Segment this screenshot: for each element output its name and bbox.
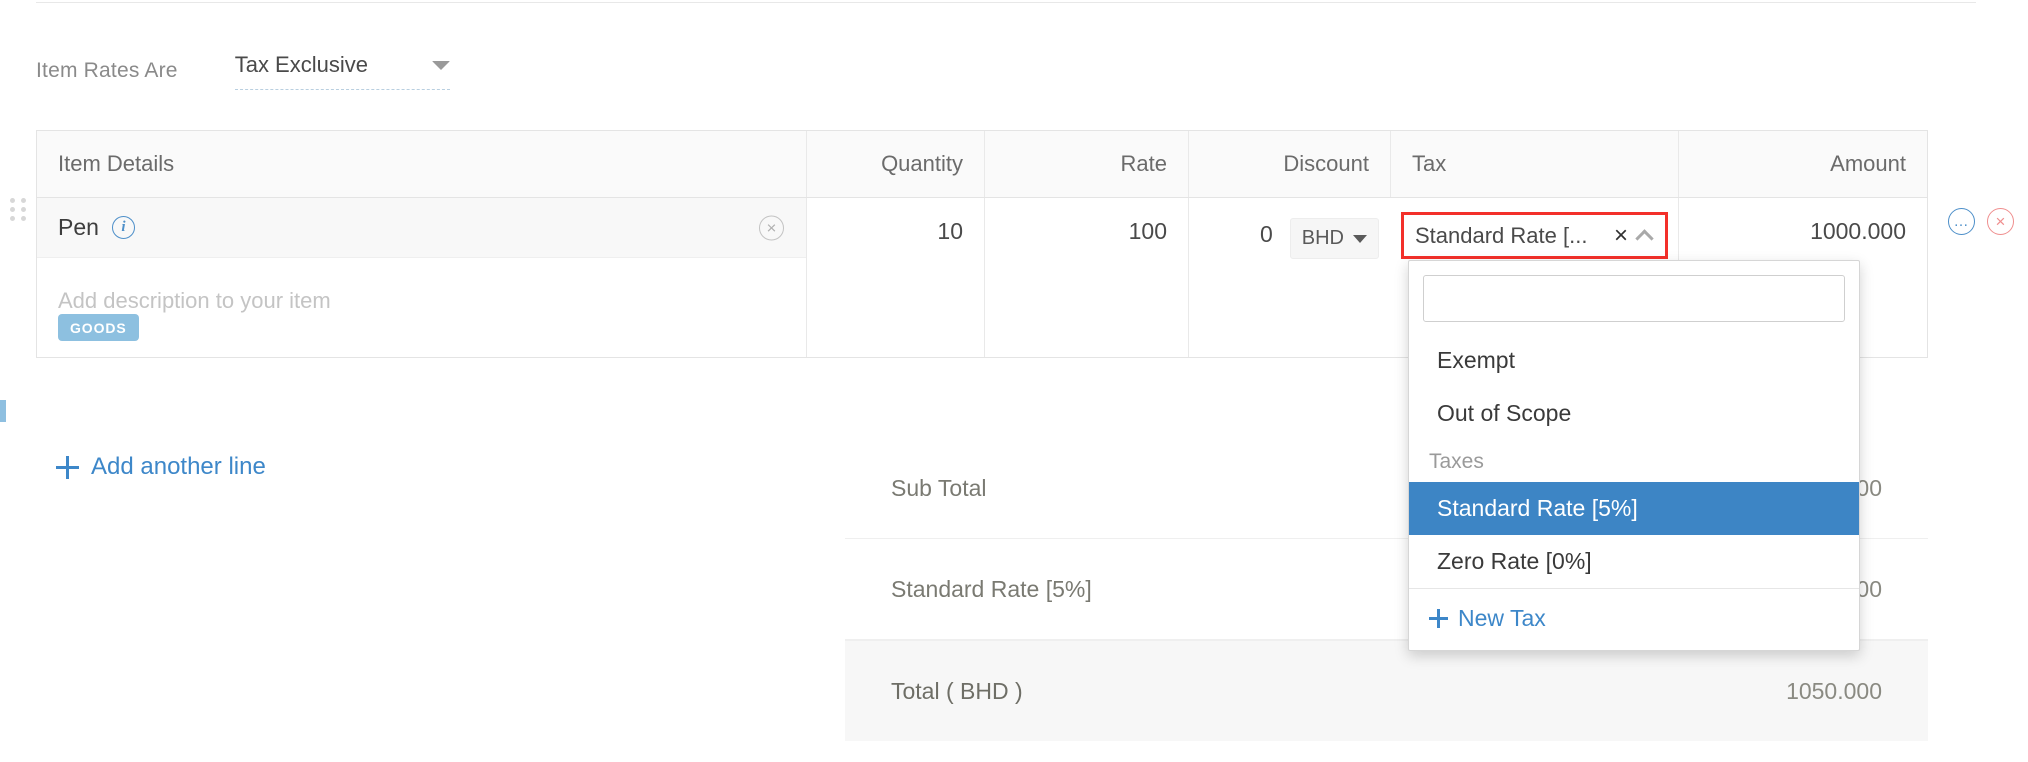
totals-label: Total ( BHD ) xyxy=(891,677,1023,704)
info-icon[interactable]: i xyxy=(111,216,135,239)
cell-rate[interactable]: 100 xyxy=(985,198,1189,357)
cell-quantity[interactable]: 10 xyxy=(807,198,985,357)
status-badge-goods: GOODS xyxy=(58,314,139,341)
chevron-down-icon xyxy=(431,60,450,70)
row-more-options-icon[interactable]: … xyxy=(1948,208,1975,235)
totals-label: Sub Total xyxy=(891,474,987,501)
plus-icon xyxy=(56,455,79,479)
chevron-up-icon[interactable] xyxy=(1635,228,1654,248)
tax-dropdown-panel: Exempt Out of Scope Taxes Standard Rate … xyxy=(1408,260,1860,651)
tax-option-exempt[interactable]: Exempt xyxy=(1409,334,1859,387)
clear-tax-icon[interactable]: × xyxy=(1614,223,1628,248)
add-another-line-label: Add another line xyxy=(91,453,266,480)
tax-select-value: Standard Rate [... xyxy=(1415,222,1588,248)
column-header-quantity: Quantity xyxy=(807,131,985,197)
row-drag-handle[interactable] xyxy=(10,198,28,221)
item-name: Pen xyxy=(58,214,99,240)
drag-dot xyxy=(10,216,15,221)
tax-dropdown-search-wrap xyxy=(1409,261,1859,334)
item-rates-select[interactable]: Tax Exclusive xyxy=(234,52,450,90)
totals-label: Standard Rate [5%] xyxy=(891,575,1092,602)
cell-discount: 0 BHD xyxy=(1189,198,1391,357)
cell-item-details: Pen i × Add description to your item GOO… xyxy=(37,198,807,357)
row-actions: … × xyxy=(1948,208,2014,235)
column-header-rate: Rate xyxy=(985,131,1189,197)
top-divider xyxy=(36,2,1976,3)
new-tax-label: New Tax xyxy=(1458,605,1546,631)
drag-dot xyxy=(10,198,15,203)
drag-dot xyxy=(21,207,26,212)
clear-item-icon[interactable]: × xyxy=(759,215,784,240)
tax-option-out-of-scope[interactable]: Out of Scope xyxy=(1409,387,1859,440)
item-rates-value: Tax Exclusive xyxy=(234,52,368,77)
item-name-row[interactable]: Pen i × xyxy=(37,198,806,258)
tax-select-field[interactable]: Standard Rate [... × xyxy=(1401,212,1668,259)
column-header-discount: Discount xyxy=(1189,131,1391,197)
item-description-input[interactable]: Add description to your item xyxy=(37,258,806,314)
currency-label: BHD xyxy=(1301,227,1344,249)
column-header-amount: Amount xyxy=(1830,151,1906,176)
totals-row-grand-total: Total ( BHD ) 1050.000 xyxy=(845,640,1928,741)
column-header-item-details: Item Details xyxy=(37,131,807,197)
drag-dot xyxy=(21,198,26,203)
column-header-tax: Tax xyxy=(1391,131,1679,197)
invoice-line-items-page: Item Rates Are Tax Exclusive Item Detail… xyxy=(0,0,2028,762)
tax-dropdown-group-label: Taxes xyxy=(1429,450,1484,473)
item-rates-label: Item Rates Are xyxy=(36,59,178,82)
tax-option-zero-rate[interactable]: Zero Rate [0%] xyxy=(1409,535,1859,588)
new-tax-button[interactable]: New Tax xyxy=(1409,588,1859,650)
item-rates-row: Item Rates Are Tax Exclusive xyxy=(36,52,450,90)
row-edge-marker xyxy=(0,400,6,422)
drag-dot xyxy=(10,207,15,212)
tax-option-standard-rate[interactable]: Standard Rate [5%] xyxy=(1409,482,1859,535)
totals-amount: 1050.000 xyxy=(1786,677,1882,704)
drag-dot xyxy=(21,216,26,221)
table-header-row: Item Details Quantity Rate Discount Tax … xyxy=(37,131,1927,198)
plus-icon xyxy=(1429,609,1448,628)
chevron-down-icon xyxy=(1353,234,1367,243)
currency-dropdown[interactable]: BHD xyxy=(1289,218,1379,259)
tax-search-input[interactable] xyxy=(1423,275,1845,322)
add-another-line-button[interactable]: Add another line xyxy=(56,453,266,481)
row-delete-icon[interactable]: × xyxy=(1987,208,2014,235)
discount-value[interactable]: 0 xyxy=(1260,218,1273,248)
item-type-badge-wrap: GOODS xyxy=(37,314,806,357)
